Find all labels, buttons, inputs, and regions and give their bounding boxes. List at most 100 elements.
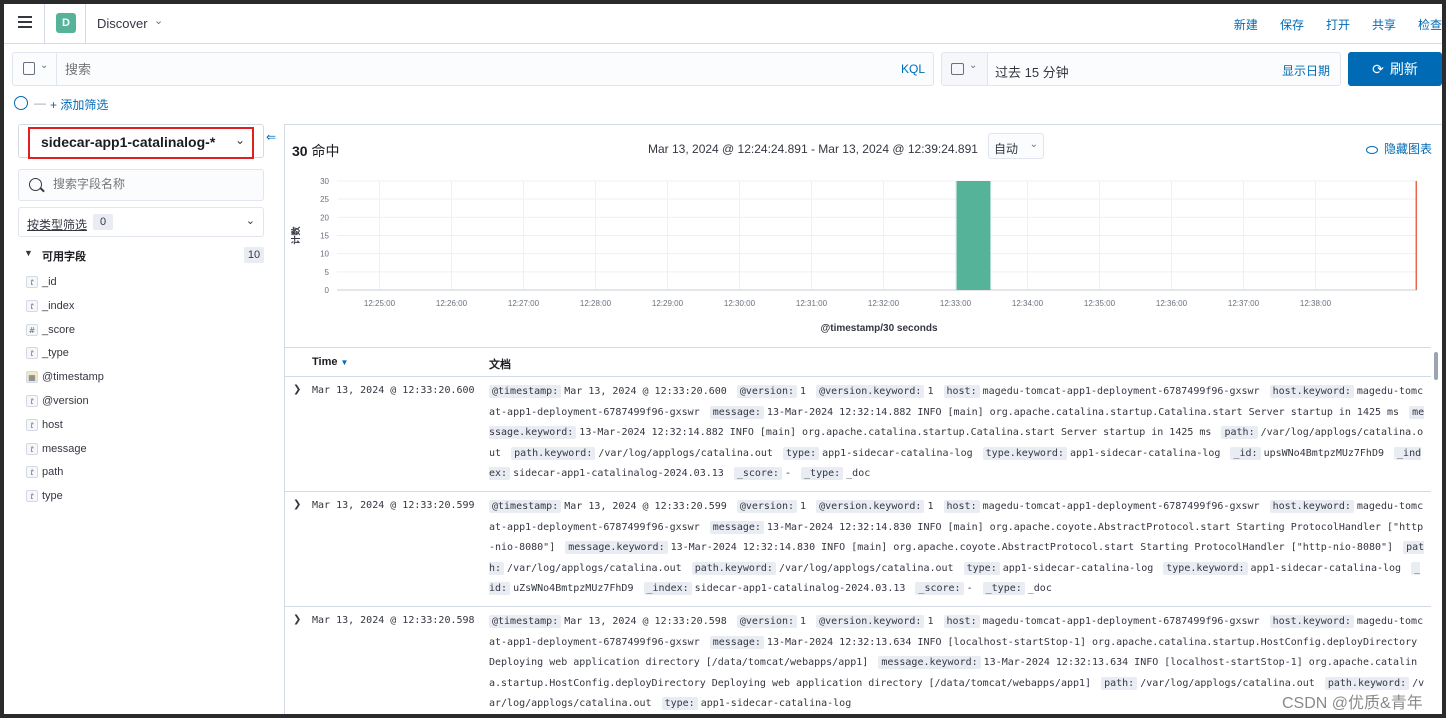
save-button[interactable]: 保存 [1280,16,1304,33]
field-value: app1-sidecar-catalina-log [1002,562,1154,574]
type-filter-label[interactable]: 按类型筛选 [27,216,87,233]
table-scrollbar[interactable] [1432,348,1440,714]
type-filter[interactable]: 按类型筛选 0 ⌄ [18,207,264,237]
field-key: @timestamp: [489,500,562,513]
chevron-down-icon[interactable]: ⌄ [154,14,163,27]
field-name: @version [42,394,89,407]
string-field-icon: t [26,442,38,455]
available-fields-count: 10 [244,247,264,263]
row-document: @timestamp: Mar 13, 2024 @ 12:33:20.600 @… [489,377,1425,485]
x-tick-label: 12:27:00 [508,299,540,308]
string-field-icon: t [26,418,38,431]
field-value: upsWNo4BmtpzMUz7FhD9 [1263,447,1384,459]
saved-query-button[interactable]: ⌄ [13,53,57,85]
hide-chart-button[interactable]: 隐藏图表 [1365,140,1432,157]
breadcrumb-discover[interactable]: Discover [97,16,148,31]
histogram-bar[interactable] [956,181,991,290]
field-name: path [42,466,64,479]
string-field-icon: t [26,490,38,503]
field-item[interactable]: t @version [26,391,266,415]
field-item[interactable]: t _id [26,272,266,296]
sort-desc-icon[interactable]: ▼ [341,358,349,367]
field-value: 1 [800,501,807,512]
x-tick-label: 12:25:00 [364,299,396,308]
field-key: type.keyword: [982,446,1067,460]
field-key: type: [661,697,698,710]
field-key: _id: [1230,446,1261,460]
field-value: magedu-tomcat-app1-deployment-6787499f96… [982,386,1260,397]
field-item[interactable]: t type [26,486,266,510]
column-time-header[interactable]: Time ▼ [312,356,348,368]
new-button[interactable]: 新建 [1234,16,1258,33]
field-item[interactable]: t _type [26,343,266,367]
save-icon [23,62,35,75]
expand-row-icon[interactable]: ❯ [293,614,301,625]
available-fields-header[interactable]: ▼ 可用字段 10 [24,247,264,265]
y-tick-label: 0 [325,286,330,295]
field-name: _type [42,347,69,360]
show-dates-link[interactable]: 显示日期 [1282,62,1330,79]
hits-count: 30 [292,143,308,159]
field-search [18,169,264,201]
chevron-down-icon: ⌄ [1029,139,1038,150]
annotation-highlight-box [28,127,254,159]
x-axis-label: @timestamp/30 seconds [820,323,937,334]
field-value: sidecar-app1-catalinalog-2024.03.13 [513,468,724,479]
field-item[interactable]: t path [26,462,266,486]
search-input[interactable] [65,62,865,77]
field-value: 13-Mar-2024 12:32:14.882 INFO [main] org… [766,406,1400,418]
collapse-sidebar-icon[interactable]: ⇐ [266,130,276,144]
row-time: Mar 13, 2024 @ 12:33:20.600 [312,385,475,396]
field-name: _score [42,323,76,336]
field-key: host: [943,385,980,398]
field-item[interactable]: t message [26,439,266,463]
field-key: @version: [736,385,798,398]
field-item[interactable]: t host [26,415,266,439]
filter-icon[interactable] [14,96,28,110]
time-range-label[interactable]: 过去 15 分钟 [995,62,1069,81]
field-value: magedu-tomcat-app1-deployment-6787499f96… [982,616,1260,627]
add-filter-link[interactable]: + 添加筛选 [50,96,108,113]
field-key: _score: [733,467,782,480]
number-field-icon: # [26,323,38,336]
quick-menu-button[interactable]: ⌄ [942,53,988,85]
search-icon [29,178,42,191]
share-button[interactable]: 共享 [1372,16,1396,33]
field-item[interactable]: t _index [26,296,266,320]
table-row: ❯ Mar 13, 2024 @ 12:33:20.598 @timestamp: M… [285,607,1431,714]
open-button[interactable]: 打开 [1326,16,1350,33]
field-value: 1 [927,386,934,397]
field-name: host [42,418,63,431]
field-value: Mar 13, 2024 @ 12:33:20.599 [564,501,727,512]
time-range-text: Mar 13, 2024 @ 12:24:24.891 - Mar 13, 20… [648,142,978,156]
field-value: 13-Mar-2024 12:32:14.882 INFO [main] org… [579,427,1212,438]
x-tick-label: 12:37:00 [1228,299,1260,308]
field-value: 13-Mar-2024 12:32:14.830 INFO [main] org… [670,542,1394,553]
field-key: type.keyword: [1163,561,1248,575]
field-name: @timestamp [42,371,104,384]
field-item[interactable]: # _score [26,320,266,344]
field-search-input[interactable] [53,177,253,191]
available-fields-label: 可用字段 [42,251,86,263]
inspect-button[interactable]: 检查 [1418,16,1442,33]
x-tick-label: 12:31:00 [796,299,828,308]
menu-icon[interactable] [18,16,32,30]
field-key: @version.keyword: [816,615,925,628]
y-tick-label: 25 [320,195,329,204]
document-table: ❯ Mar 13, 2024 @ 12:33:20.600 @timestamp: M… [285,377,1431,714]
chevron-down-icon[interactable]: ⌄ [246,214,255,227]
interval-select[interactable]: 自动 ⌄ [988,133,1044,159]
kql-toggle[interactable]: KQL [901,62,925,76]
field-key: message: [709,520,764,534]
field-key: @timestamp: [489,385,562,398]
scroll-thumb[interactable] [1434,352,1438,380]
field-item[interactable]: ▦ @timestamp [26,367,266,391]
time-picker: ⌄ 过去 15 分钟 显示日期 [941,52,1341,86]
header-divider [85,4,86,44]
space-avatar[interactable]: D [56,13,76,33]
field-key: path.keyword: [691,561,776,575]
refresh-button[interactable]: ⟳ 刷新 [1348,52,1442,86]
expand-row-icon[interactable]: ❯ [293,384,301,395]
expand-row-icon[interactable]: ❯ [293,499,301,510]
chevron-down-icon: ⌄ [969,60,978,71]
